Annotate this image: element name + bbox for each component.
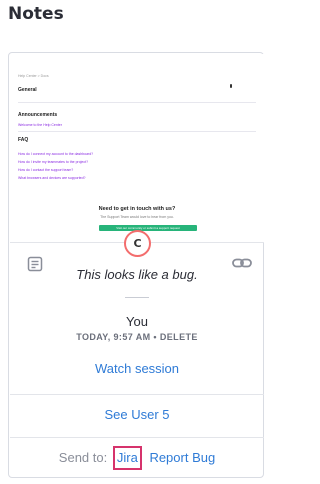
- mouse-cursor-icon: [230, 84, 232, 88]
- note-author: You: [126, 314, 148, 329]
- thumbnail-link: What browsers and devices are supported?: [18, 176, 86, 180]
- note-card: Help Center > Docs General Announcements…: [8, 52, 264, 478]
- thumbnail-section-general: General: [18, 87, 37, 93]
- session-avatar: C: [124, 230, 151, 257]
- thumbnail-section-faq: FAQ: [18, 137, 29, 143]
- thumbnail-divider: [18, 102, 256, 103]
- thumbnail-link: Welcome to the Help Center: [18, 123, 62, 127]
- thumbnail-cta-title: Need to get in touch with us?: [98, 206, 176, 212]
- thumbnail-cta-button: Visit our community or submit a support …: [99, 225, 197, 231]
- note-text: This looks like a bug.: [76, 267, 198, 282]
- watch-session-button[interactable]: Watch session: [10, 343, 264, 394]
- report-bug-button[interactable]: Report Bug: [149, 450, 215, 465]
- note-divider: [125, 297, 149, 298]
- thumbnail-breadcrumb: Help Center > Docs: [18, 74, 49, 78]
- send-to-row: Send to: Jira Report Bug: [10, 437, 264, 478]
- thumbnail-section-announcements: Announcements: [18, 112, 58, 118]
- send-to-jira-button[interactable]: Jira: [112, 446, 142, 470]
- thumbnail-link: How do I contact the support team?: [18, 168, 74, 172]
- send-to-label: Send to:: [58, 450, 108, 465]
- notes-panel: Notes Help Center > Docs General Announc…: [0, 0, 274, 484]
- session-thumbnail[interactable]: Help Center > Docs General Announcements…: [10, 54, 264, 242]
- note-timestamp: TODAY, 9:57 AM: [76, 332, 151, 342]
- delete-note-button[interactable]: DELETE: [160, 332, 198, 342]
- panel-title: Notes: [8, 4, 64, 24]
- see-user-button[interactable]: See User 5: [10, 394, 264, 437]
- meta-separator: •: [153, 332, 157, 342]
- thumbnail-link: How do I connect my account to the dashb…: [18, 152, 94, 156]
- note-meta: TODAY, 9:57 AM • DELETE: [10, 332, 264, 342]
- thumbnail-cta-subtitle: The Support Team would love to hear from…: [100, 215, 174, 219]
- thumbnail-link: How do I invite my teammates to the proj…: [18, 160, 89, 164]
- thumbnail-divider: [18, 131, 256, 132]
